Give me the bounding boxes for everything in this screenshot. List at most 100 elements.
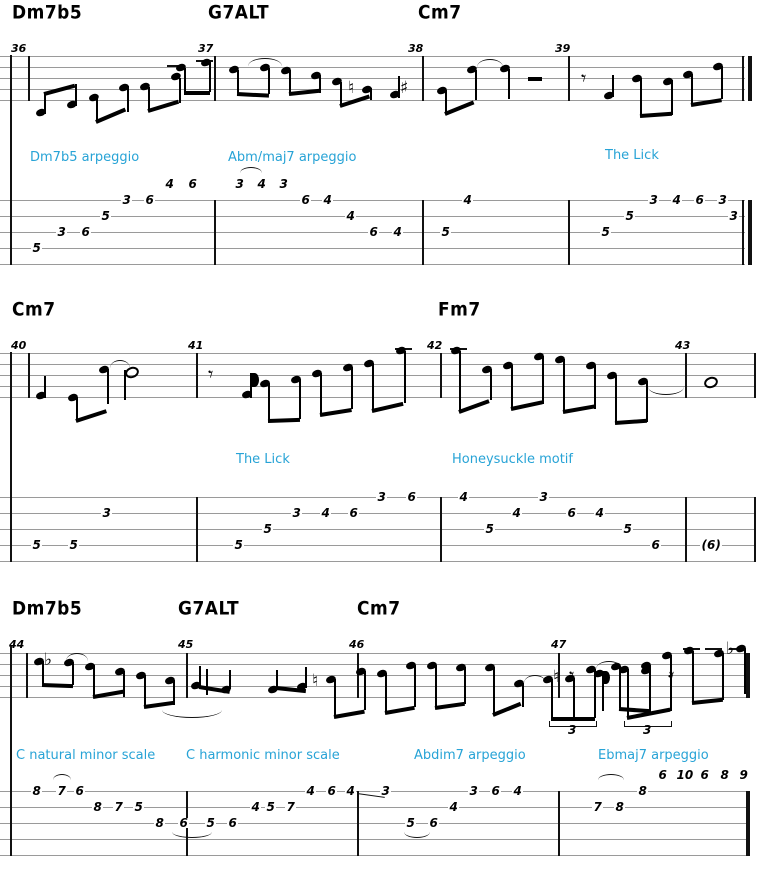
tab-number: 5: [262, 522, 274, 536]
tab-number: 8: [154, 816, 166, 830]
tablature-staff: 5 3 6 5 3 6 4 6 3 4 3 6 4 4 6 4 5 4 5 5 …: [0, 55, 779, 268]
tab-number: 5: [31, 538, 43, 552]
tab-number: 6: [428, 816, 440, 830]
measure-number: 45: [178, 638, 194, 651]
tab-number: 4: [250, 800, 262, 814]
tab-number: 7: [56, 784, 68, 798]
tab-number: 6: [74, 784, 86, 798]
tab-number: 4: [462, 193, 474, 207]
analysis-annotation: C harmonic minor scale: [186, 748, 340, 763]
tab-number: 4: [448, 800, 460, 814]
tab-number: 3: [101, 506, 113, 520]
tablature-staff: 8 7 6 8 7 5 8 6 5 6 4 5 7 4 6 4 3 5 6 4 …: [0, 646, 779, 859]
chord-symbol: Cm7: [418, 1, 462, 24]
tab-number: 5: [205, 816, 217, 830]
tab-number: 3: [376, 490, 388, 504]
tab-number: 8: [614, 800, 626, 814]
tab-number: 6: [300, 193, 312, 207]
measure-number: 42: [427, 339, 443, 352]
tab-number: 6: [406, 490, 418, 504]
tab-number: 3: [56, 225, 68, 239]
measure-number: 39: [555, 42, 571, 55]
analysis-annotation: Ebmaj7 arpeggio: [598, 748, 709, 763]
measure-number: 46: [349, 638, 365, 651]
tab-number: 5: [265, 800, 277, 814]
tab-number: 6: [566, 506, 578, 520]
tab-number: 5: [68, 538, 80, 552]
tab-number: 3: [380, 784, 392, 798]
tab-number: 4: [345, 784, 357, 798]
tab-number: 8: [637, 784, 649, 798]
tab-number: 5: [440, 225, 452, 239]
tab-number: 6: [187, 177, 199, 191]
analysis-annotation: Dm7b5 arpeggio: [30, 150, 140, 165]
tab-number: 4: [164, 177, 176, 191]
tab-number: 5: [624, 209, 636, 223]
tab-number: 7: [592, 800, 604, 814]
tab-number: 7: [285, 800, 297, 814]
measure-number: 38: [408, 42, 424, 55]
chord-symbol: Cm7: [12, 298, 56, 321]
measure-number: 36: [11, 42, 27, 55]
tab-number: 3: [728, 209, 740, 223]
tab-number: 4: [511, 506, 523, 520]
tab-number: 6: [657, 768, 669, 782]
chord-symbol: Dm7b5: [12, 1, 83, 24]
tab-number: 8: [31, 784, 43, 798]
tab-number: 5: [622, 522, 634, 536]
tab-number: 4: [320, 506, 332, 520]
measure-number: 41: [188, 339, 204, 352]
tab-number: 3: [538, 490, 550, 504]
tab-number: 10: [675, 768, 695, 782]
tab-number: 6: [699, 768, 711, 782]
tab-number: 5: [484, 522, 496, 536]
system-2: Cm7 Fm7 40 41 42 43 𝄾 The Lick Honeysuck…: [0, 297, 779, 582]
chord-symbol: Fm7: [438, 298, 481, 321]
system-3: Dm7b5 G7ALT Cm7 44 45 46 47 ♭ ♮ ♮ 3 𝄿 𝄾 …: [0, 598, 779, 879]
analysis-annotation: Honeysuckle motif: [452, 452, 573, 467]
tab-number: 9: [738, 768, 750, 782]
tab-number: 5: [31, 241, 43, 255]
tab-number: 6: [694, 193, 706, 207]
analysis-annotation: Abm/maj7 arpeggio: [228, 150, 357, 165]
chord-symbol: Cm7: [357, 597, 401, 620]
analysis-annotation: The Lick: [605, 148, 659, 163]
tab-number: 4: [345, 209, 357, 223]
sheet-music-page: Dm7b5 G7ALT Cm7 36 37 38 39 ♮ ♯ 𝄾 Dm7b5 …: [0, 0, 779, 879]
tab-number: 4: [322, 193, 334, 207]
standard-staff: 𝄾: [0, 345, 779, 426]
tab-number: 6: [80, 225, 92, 239]
tab-number: 4: [392, 225, 404, 239]
tab-number: 8: [92, 800, 104, 814]
tab-number: 5: [133, 800, 145, 814]
tablature-staff: 5 5 3 5 5 3 4 6 3 6 4 5 4 3 6 4 5 6 (6): [0, 352, 779, 565]
tab-number: 3: [648, 193, 660, 207]
tab-number: 4: [512, 784, 524, 798]
tab-number: 3: [291, 506, 303, 520]
tab-number: 5: [233, 538, 245, 552]
measure-number: 47: [551, 638, 567, 651]
tab-number: 4: [458, 490, 470, 504]
tab-number: 3: [121, 193, 133, 207]
tab-number: 7: [113, 800, 125, 814]
tab-number: 5: [405, 816, 417, 830]
tab-number: 6: [650, 538, 662, 552]
tab-number: (6): [700, 538, 723, 552]
chord-symbol: Dm7b5: [12, 597, 83, 620]
tab-number: 6: [144, 193, 156, 207]
standard-staff: ♮ ♯ 𝄾: [0, 56, 779, 125]
tab-number: 5: [100, 209, 112, 223]
chord-symbol: G7ALT: [208, 1, 270, 24]
analysis-annotation: C natural minor scale: [16, 748, 156, 763]
measure-number: 40: [11, 339, 27, 352]
tab-number: 3: [278, 177, 290, 191]
tab-number: 3: [468, 784, 480, 798]
tab-number: 4: [594, 506, 606, 520]
tab-number: 4: [671, 193, 683, 207]
tab-number: 6: [227, 816, 239, 830]
tab-number: 6: [368, 225, 380, 239]
tab-number: 4: [256, 177, 268, 191]
tab-number: 6: [326, 784, 338, 798]
tab-number: 6: [178, 816, 190, 830]
system-1: Dm7b5 G7ALT Cm7 36 37 38 39 ♮ ♯ 𝄾 Dm7b5 …: [0, 0, 779, 285]
